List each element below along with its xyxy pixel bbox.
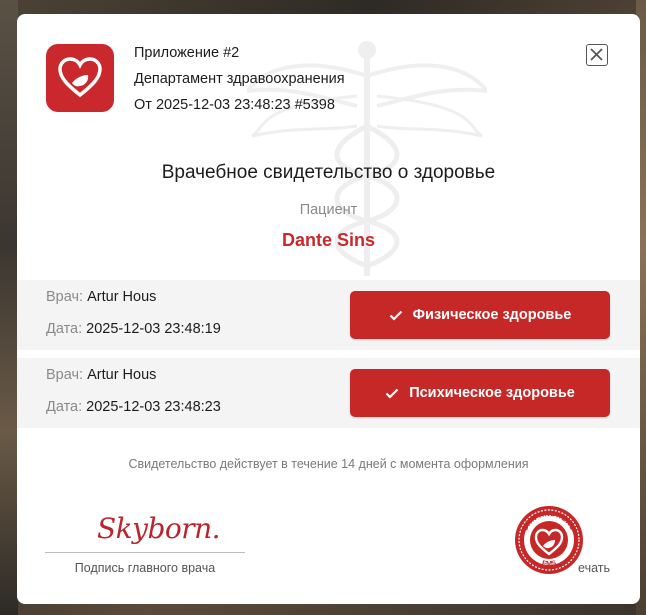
header-info: Приложение #2 Департамент здравоохранени…	[134, 40, 345, 118]
stamp-ring-text-bottom: EMS	[541, 560, 557, 568]
doctor-label: Врач:	[46, 367, 84, 383]
issued-info: От 2025-12-03 23:48:23 #5398	[134, 97, 335, 113]
button-label: Физическое здоровье	[412, 307, 572, 323]
close-icon	[590, 48, 603, 61]
app-icon	[46, 44, 114, 112]
signature: Skyborn.	[97, 512, 221, 545]
doctor-row: Врач: Artur Hous	[46, 367, 156, 383]
doctor-name: Artur Hous	[87, 367, 157, 383]
check-icon	[385, 388, 399, 399]
patient-name: Dante Sins	[281, 230, 376, 250]
mental-health-button[interactable]: Психическое здоровье	[350, 369, 610, 417]
date-value: 2025-12-03 23:48:19	[86, 321, 221, 337]
date-value: 2025-12-03 23:48:23	[86, 399, 221, 415]
signature-caption: Подпись главного врача	[74, 561, 216, 575]
doctor-row: Врач: Artur Hous	[46, 289, 156, 305]
signature-line	[45, 552, 245, 553]
svg-text:EMS: EMS	[541, 560, 557, 568]
validity-note: Свидетельство действует в течение 14 дне…	[128, 457, 529, 471]
certificate-modal: Приложение #2 Департамент здравоохранени…	[17, 14, 640, 604]
health-record: Врач: Artur Hous Дата: 2025-12-03 23:48:…	[17, 280, 640, 350]
physical-health-button[interactable]: Физическое здоровье	[350, 291, 610, 339]
close-button[interactable]	[586, 44, 608, 66]
health-record: Врач: Artur Hous Дата: 2025-12-03 23:48:…	[17, 358, 640, 428]
app-number: Приложение #2	[134, 45, 240, 61]
doctor-label: Врач:	[46, 289, 84, 305]
ems-stamp-icon: SAN ANDREAS EMS	[515, 506, 583, 574]
date-row: Дата: 2025-12-03 23:48:23	[46, 399, 221, 415]
document-title: Врачебное свидетельство о здоровье	[161, 162, 496, 183]
heart-icon	[58, 57, 102, 98]
background-left	[0, 0, 18, 615]
button-label: Психическое здоровье	[409, 385, 575, 401]
check-icon	[389, 310, 402, 321]
doctor-name: Artur Hous	[87, 289, 157, 305]
date-row: Дата: 2025-12-03 23:48:19	[46, 321, 221, 337]
date-label: Дата:	[46, 399, 83, 415]
patient-label: Пациент	[299, 202, 358, 218]
date-label: Дата:	[46, 321, 83, 337]
department-name: Департамент здравоохранения	[134, 71, 345, 87]
